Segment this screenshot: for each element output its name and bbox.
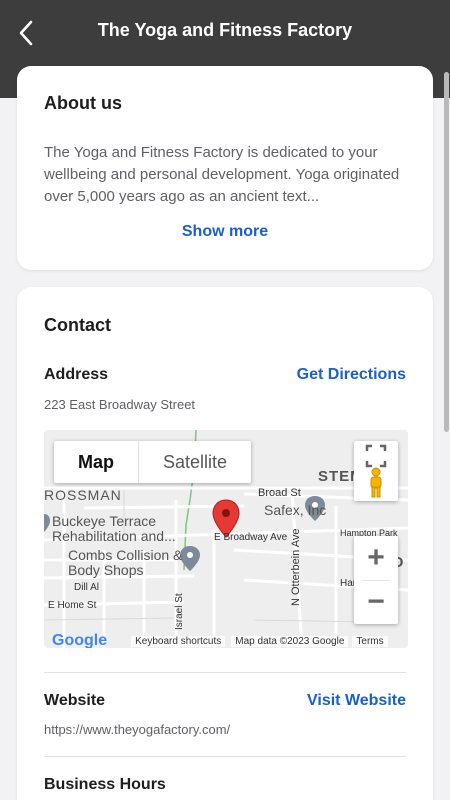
chevron-left-icon (19, 20, 33, 46)
map-label-buckeye: Buckeye Terrace Rehabilitation and... (52, 513, 176, 544)
map-label-broad-st: Broad St (258, 487, 301, 499)
keyboard-shortcuts-link[interactable]: Keyboard shortcuts (131, 635, 226, 647)
show-more-link[interactable]: Show more (17, 223, 433, 241)
about-text: The Yoga and Fitness Factory is dedicate… (44, 144, 400, 205)
zoom-control: + − (354, 536, 398, 624)
map-label-otterbein: N Otterbein Ave (290, 528, 302, 606)
fullscreen-button[interactable] (354, 441, 398, 501)
zoom-out-button[interactable]: − (354, 580, 398, 624)
zoom-divider (362, 580, 390, 581)
back-button[interactable] (12, 18, 40, 48)
zoom-in-button[interactable]: + (354, 536, 398, 580)
about-card: About us The Yoga and Fitness Factory is… (17, 66, 433, 270)
pegman-icon[interactable] (366, 467, 386, 499)
get-directions-link[interactable]: Get Directions (297, 366, 406, 384)
divider (44, 756, 406, 757)
map-label-home-st: E Home St (48, 600, 97, 611)
terms-link[interactable]: Terms (352, 635, 388, 647)
divider (44, 672, 406, 673)
map-type-toggle: Map Satellite (54, 441, 252, 483)
website-value: https://www.theyogafactory.com/ (44, 722, 231, 737)
address-value: 223 East Broadway Street (44, 397, 196, 412)
website-label: Website (44, 692, 106, 709)
tab-map[interactable]: Map (54, 441, 139, 483)
map-label-broadway-ave: E Broadway Ave (214, 532, 288, 543)
page-title: The Yoga and Fitness Factory (97, 20, 353, 40)
about-title: About us (44, 93, 122, 113)
business-hours-label: Business Hours (44, 776, 166, 793)
map-footer: Google Keyboard shortcuts Map data ©2023… (44, 632, 408, 648)
tab-satellite[interactable]: Satellite (139, 441, 251, 483)
map-data-attribution: Map data ©2023 Google (231, 635, 349, 647)
scrollbar[interactable] (444, 72, 449, 432)
address-label: Address (44, 366, 109, 383)
map-label-dill: Dill Al (74, 582, 100, 593)
visit-website-link[interactable]: Visit Website (307, 692, 406, 710)
contact-title: Contact (44, 315, 111, 335)
map-label-israel: Israel St (174, 593, 185, 630)
contact-card: Contact Address Get Directions 223 East … (17, 287, 433, 800)
map-label-safex: Safex, Inc (264, 502, 327, 518)
map-view[interactable]: STEMS ROSSMAN Broad St Safex, Inc Hampto… (44, 430, 408, 648)
google-logo: Google (52, 632, 108, 648)
map-label-combs: Combs Collision & Body Shops (68, 547, 183, 578)
map-label-rossman: ROSSMAN (44, 487, 122, 503)
